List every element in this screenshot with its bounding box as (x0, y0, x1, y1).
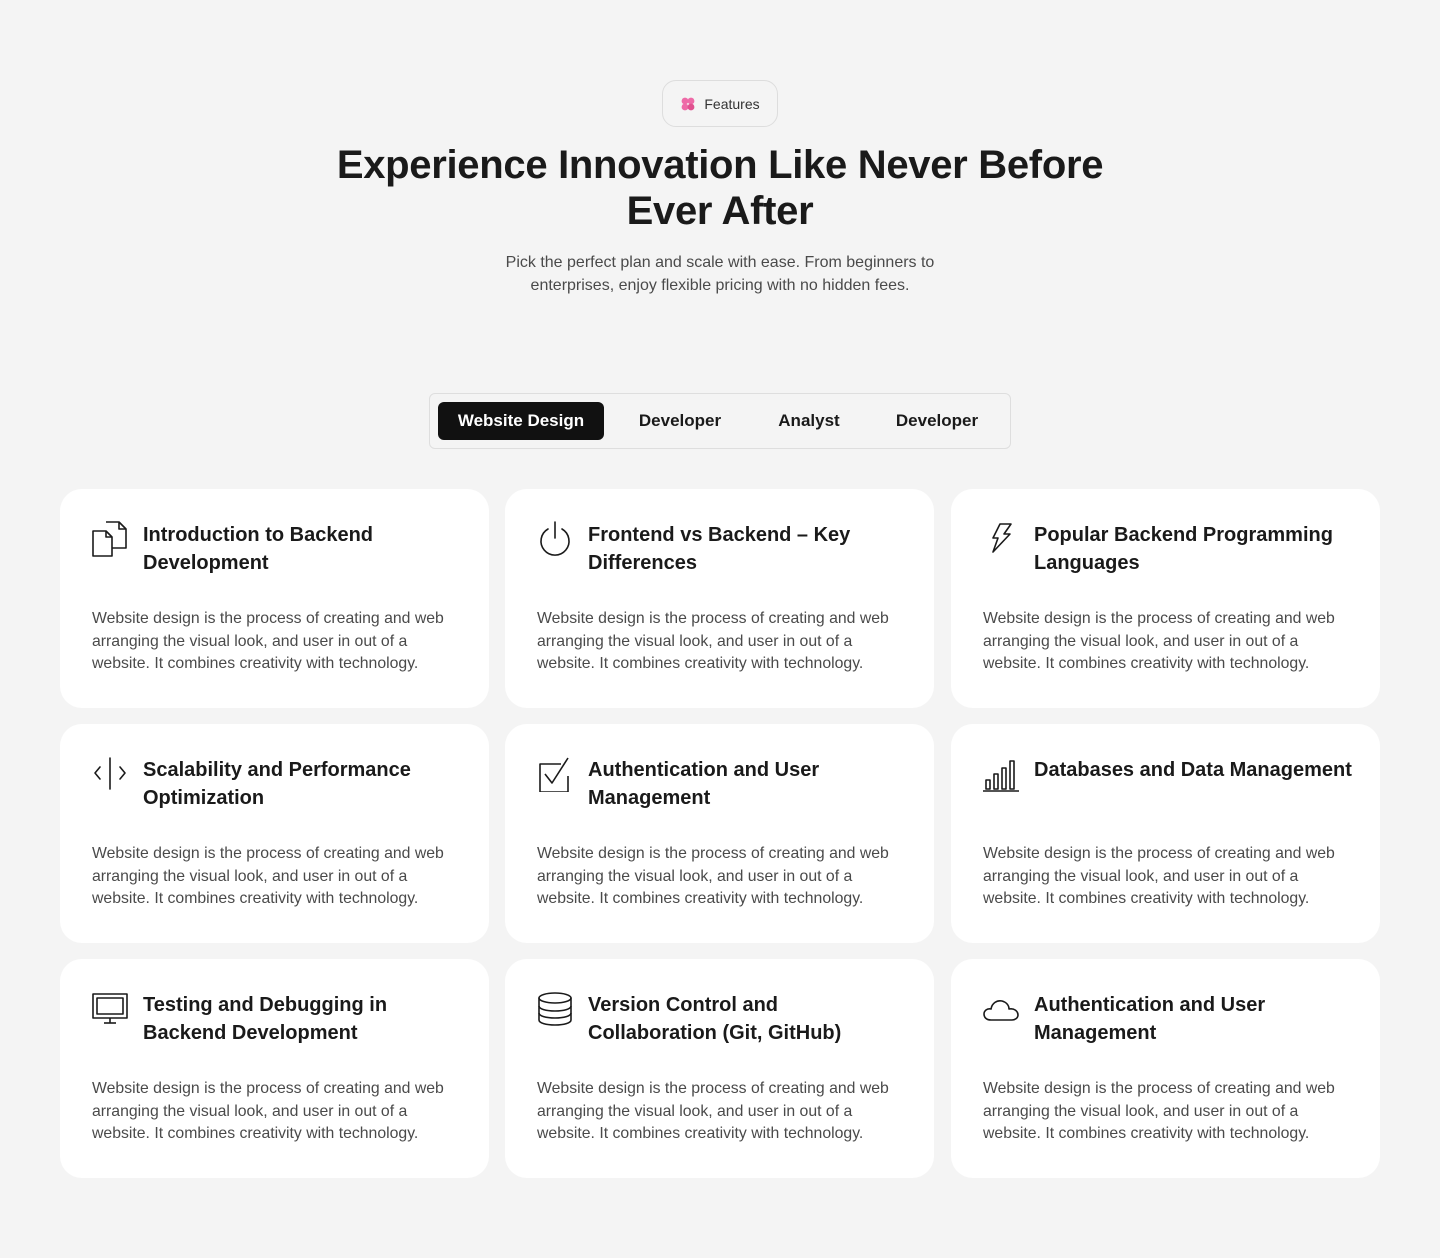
code-cursor-icon (92, 756, 128, 792)
page-subtitle: Pick the perfect plan and scale with eas… (505, 254, 935, 294)
database-icon (537, 991, 573, 1027)
feature-card: Authentication and User Management Websi… (505, 724, 934, 943)
tab-developer-2[interactable]: Developer (870, 402, 1004, 440)
tab-analyst[interactable]: Analyst (756, 402, 862, 440)
card-title: Databases and Data Management (1034, 759, 1352, 781)
power-icon (537, 521, 573, 557)
card-description: Website design is the process of creatin… (983, 1080, 1335, 1143)
card-title: Scalability and Performance Optimization (143, 759, 411, 809)
feature-card: Frontend vs Backend – Key Differences We… (505, 489, 934, 708)
feature-card: Version Control and Collaboration (Git, … (505, 959, 934, 1178)
card-description: Website design is the process of creatin… (92, 610, 444, 673)
monitor-icon (92, 991, 128, 1027)
features-badge: Features (662, 80, 778, 127)
card-title: Authentication and User Management (1034, 994, 1266, 1044)
card-title: Introduction to Backend Development (143, 524, 373, 574)
card-title: Popular Backend Programming Languages (1034, 524, 1333, 574)
card-description: Website design is the process of creatin… (537, 610, 889, 673)
category-tabs: Website Design Developer Analyst Develop… (429, 393, 1011, 449)
card-title: Testing and Debugging in Backend Develop… (143, 994, 388, 1044)
card-description: Website design is the process of creatin… (537, 1080, 889, 1143)
card-title: Version Control and Collaboration (Git, … (588, 994, 842, 1044)
feature-card: Introduction to Backend Development Webs… (60, 489, 489, 708)
feature-card: Popular Backend Programming Languages We… (951, 489, 1380, 708)
lightning-icon (983, 521, 1019, 557)
card-title: Authentication and User Management (588, 759, 820, 809)
cloud-icon (983, 991, 1019, 1027)
feature-card: Scalability and Performance Optimization… (60, 724, 489, 943)
feature-card: Testing and Debugging in Backend Develop… (60, 959, 489, 1178)
tab-developer[interactable]: Developer (612, 402, 748, 440)
card-title: Frontend vs Backend – Key Differences (588, 524, 851, 574)
card-description: Website design is the process of creatin… (983, 610, 1335, 673)
feature-card: Databases and Data Management Website de… (951, 724, 1380, 943)
bar-chart-icon (983, 756, 1019, 792)
card-description: Website design is the process of creatin… (92, 845, 444, 908)
flower-icon (680, 96, 696, 112)
tab-website-design[interactable]: Website Design (438, 402, 604, 440)
badge-label: Features (704, 95, 760, 112)
card-description: Website design is the process of creatin… (983, 845, 1335, 908)
feature-card: Authentication and User Management Websi… (951, 959, 1380, 1178)
checkbox-icon (537, 756, 573, 792)
card-description: Website design is the process of creatin… (92, 1080, 444, 1143)
card-description: Website design is the process of creatin… (537, 845, 889, 908)
page-title: Experience Innovation Like Never Before … (336, 143, 1104, 233)
documents-icon (92, 521, 128, 557)
